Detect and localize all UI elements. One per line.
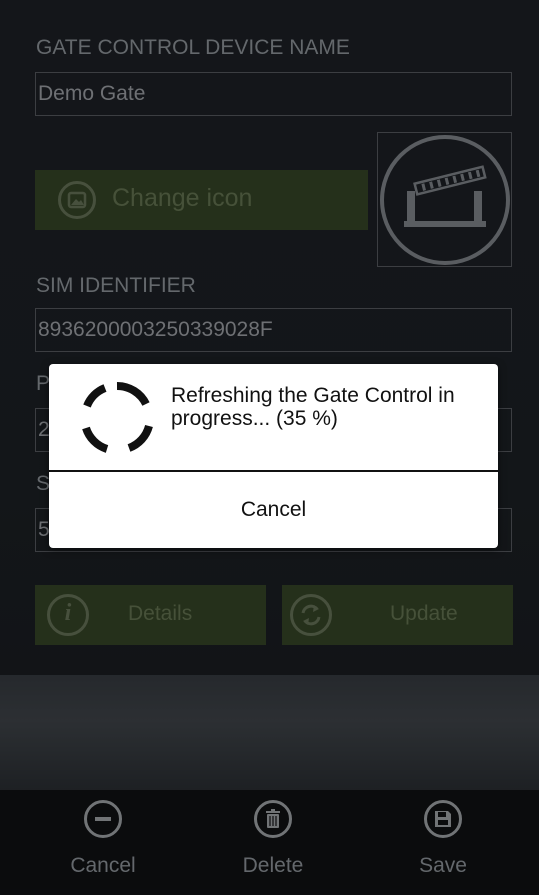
loading-spinner-icon <box>82 381 153 453</box>
app-screen: GATE CONTROL DEVICE NAME Demo Gate Chang… <box>0 0 539 895</box>
progress-dialog: Refreshing the Gate Control in progress.… <box>49 364 498 548</box>
progress-message: Refreshing the Gate Control in progress.… <box>171 384 455 430</box>
dialog-cancel-button[interactable]: Cancel <box>49 472 498 548</box>
